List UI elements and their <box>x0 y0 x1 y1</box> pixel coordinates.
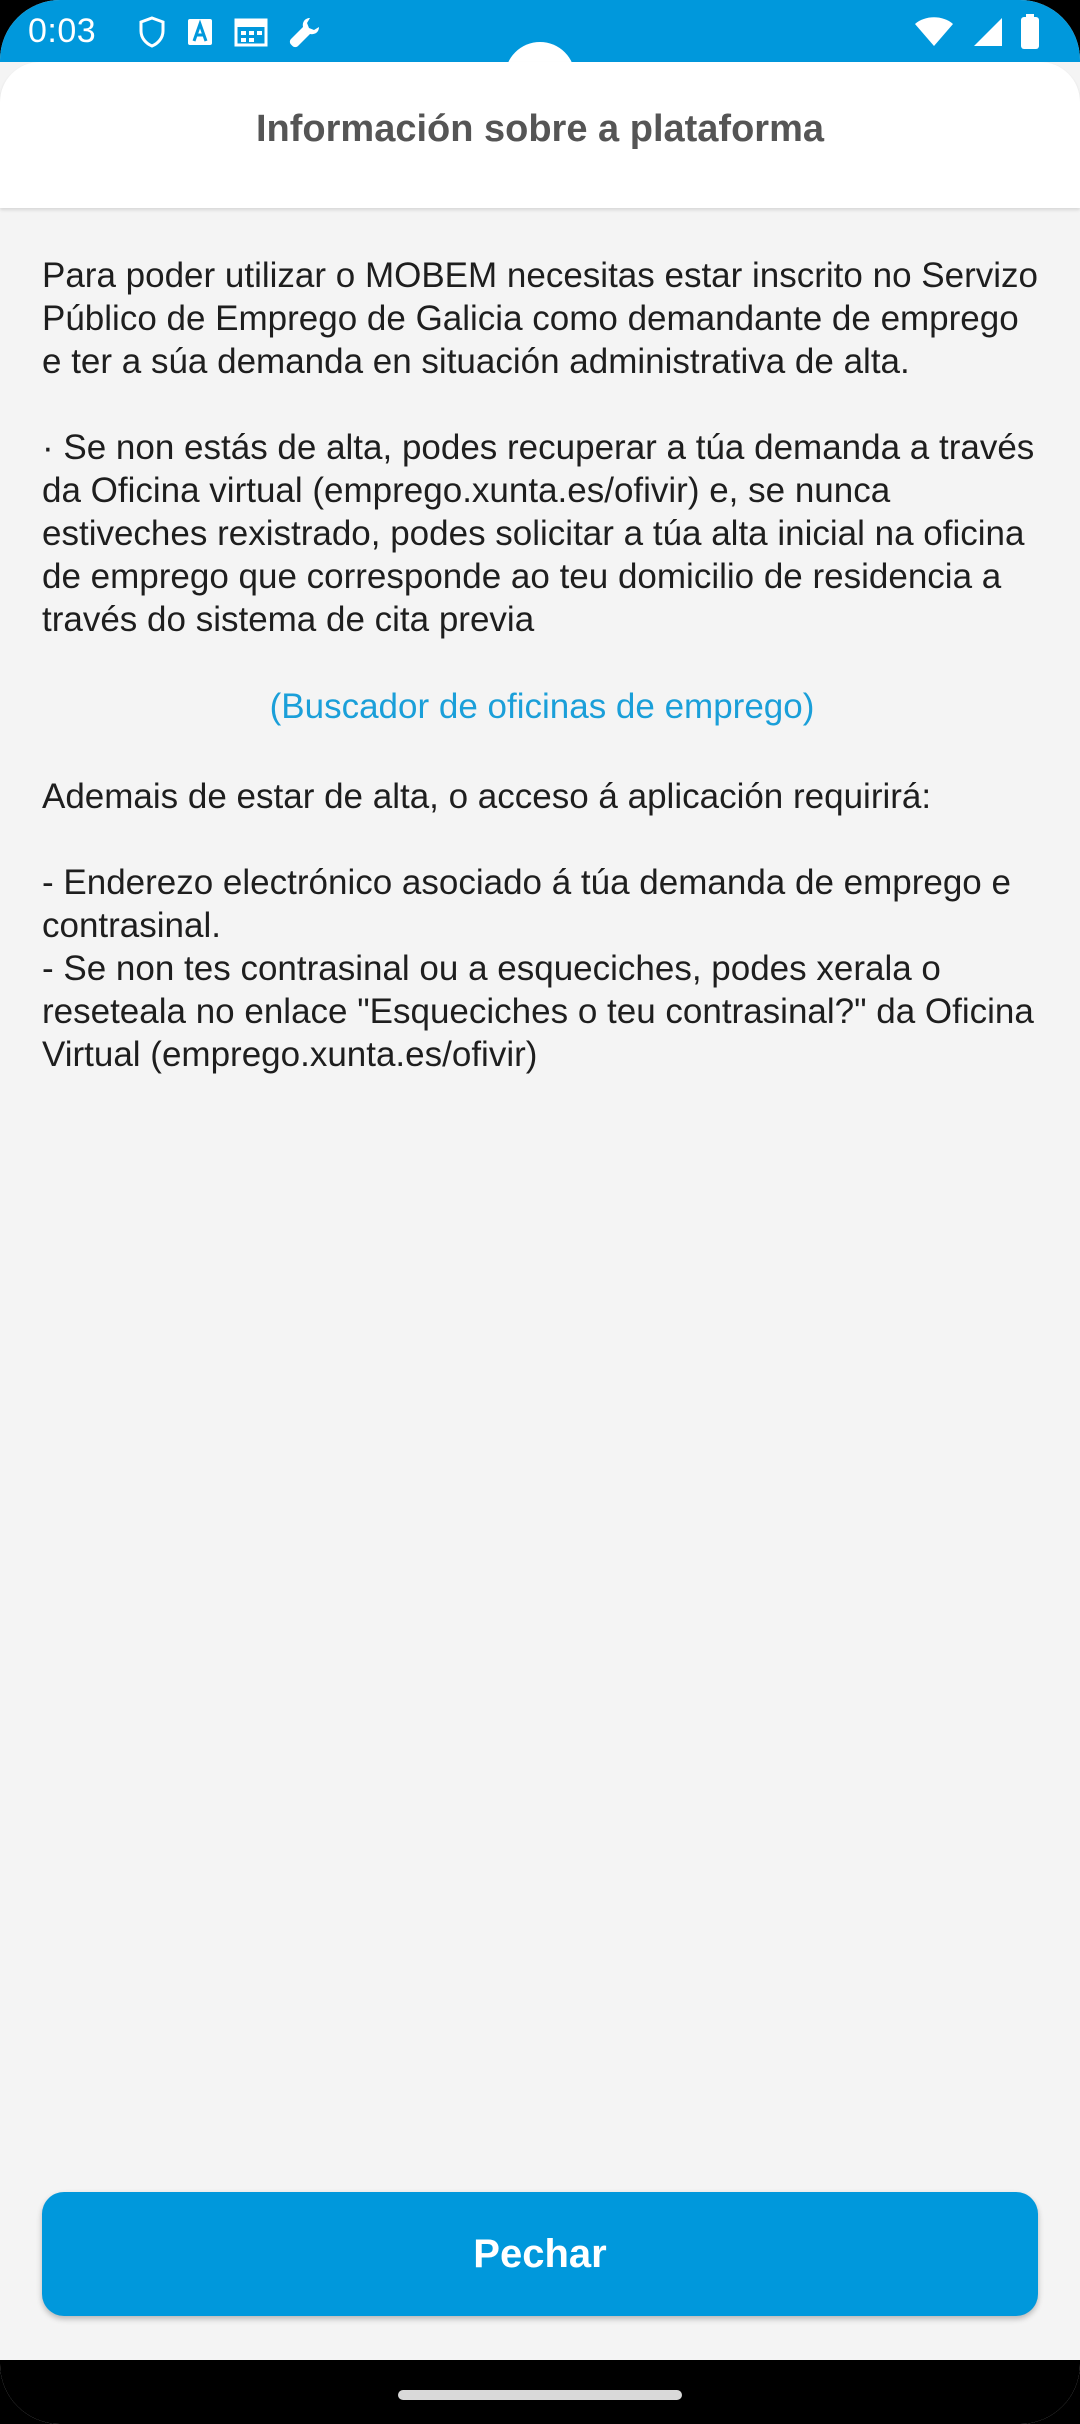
text-a-icon <box>186 17 214 47</box>
home-indicator[interactable] <box>398 2390 682 2400</box>
office-finder-link[interactable]: (Buscador de oficinas de emprego) <box>42 685 1042 728</box>
registration-paragraph: · Se non estás de alta, podes recuperar … <box>42 428 1035 639</box>
battery-icon <box>1020 14 1040 50</box>
requirements-intro: Ademais de estar de alta, o acceso á apl… <box>42 777 932 816</box>
navigation-bar <box>0 2360 1080 2424</box>
calendar-icon <box>234 17 268 47</box>
page-title: Información sobre a plataforma <box>255 107 824 150</box>
app-header: Información sobre a plataforma <box>0 62 1080 208</box>
info-content: Para poder utilizar o MOBEM necesitas es… <box>42 254 1042 1076</box>
status-icons-right <box>914 12 1040 52</box>
shield-icon <box>138 16 166 48</box>
status-time: 0:03 <box>28 12 97 50</box>
requirement-email: - Enderezo electrónico asociado á túa de… <box>42 863 1011 945</box>
wrench-icon <box>288 15 322 49</box>
wifi-icon <box>914 16 954 48</box>
screen: 0:03 Información sobre a plataforma Para… <box>0 0 1080 2424</box>
requirement-password: - Se non tes contrasinal ou a esqueciche… <box>42 949 1034 1074</box>
status-icons-left <box>138 12 322 52</box>
intro-paragraph: Para poder utilizar o MOBEM necesitas es… <box>42 256 1038 381</box>
signal-icon <box>970 16 1004 48</box>
close-button[interactable]: Pechar <box>42 2192 1038 2316</box>
